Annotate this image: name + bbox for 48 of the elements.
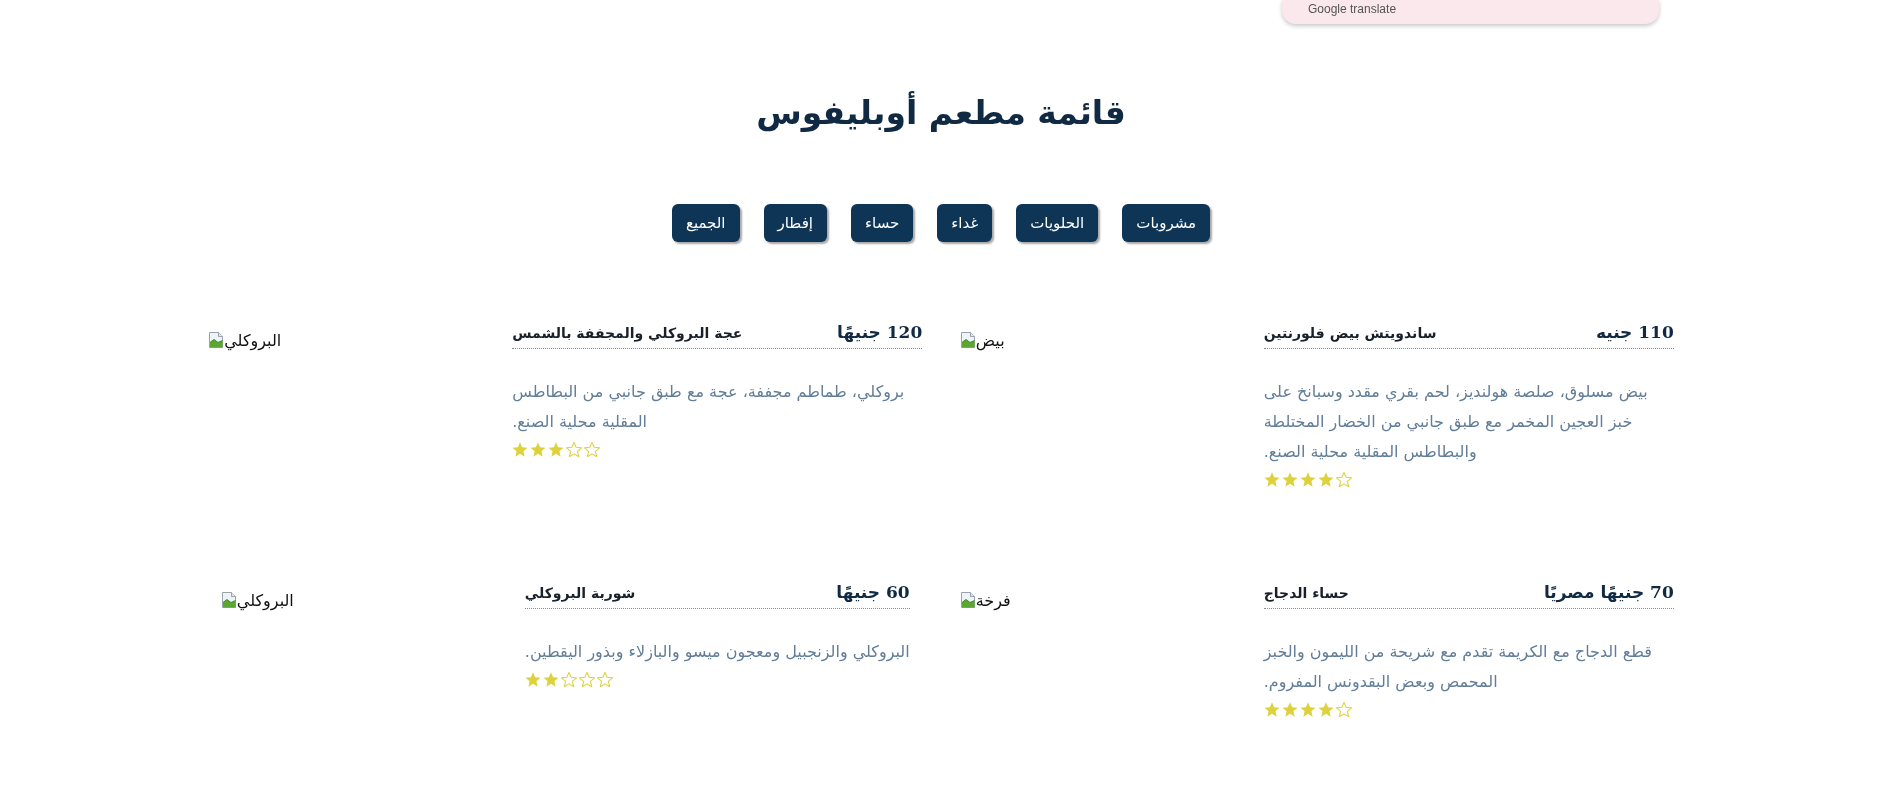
filter-button[interactable]: إفطار [763, 204, 827, 242]
broken-image-icon [220, 592, 237, 608]
star-icon [512, 442, 529, 457]
filter-button[interactable]: مشروبات [1122, 204, 1211, 242]
dish-price: 60 جنيهًا [836, 582, 910, 602]
star-outline-icon [578, 672, 595, 687]
menu-title: قائمة مطعم أوبليفوس [756, 90, 1126, 134]
star-icon [542, 672, 559, 687]
filter-button[interactable]: الحلويات [1016, 204, 1099, 242]
star-icon [1263, 472, 1280, 487]
dish-description: قطع الدجاج مع الكريمة تقدم مع شريحة من الليمون والخبز المحمص وبعض البقدونس المفروم. [1263, 641, 1653, 694]
dish-price: 70 جنيهًا مصريًا [1543, 582, 1674, 602]
star-outline-icon [560, 672, 577, 687]
dish-name: شوربة البروكلي [524, 585, 636, 601]
star-icon [524, 672, 541, 687]
star-outline-icon [584, 442, 601, 457]
filter-button[interactable]: غداء [937, 204, 993, 242]
popup-text: Google translate [1308, 2, 1397, 16]
dish-name: ساندويتش بيض فلورنتين [1263, 325, 1437, 341]
star-outline-icon [1335, 702, 1352, 717]
star-icon [1317, 472, 1334, 487]
dish-price: 120 جنيهًا [837, 322, 923, 342]
star-icon [1281, 702, 1298, 717]
dish-name: حساء الدجاج [1263, 585, 1349, 601]
image-alt-text: البروكلي [224, 332, 282, 350]
broken-image-icon [208, 332, 225, 348]
image-alt-text: البروكلي [236, 592, 294, 610]
star-outline-icon [566, 442, 583, 457]
star-icon [1317, 702, 1334, 717]
star-icon [1299, 702, 1316, 717]
star-icon [530, 442, 547, 457]
star-icon [1299, 472, 1316, 487]
filter-button[interactable]: حساء [851, 204, 914, 242]
dish-description: البروكلي والزنجبيل ومعجون ميسو والبازلاء وبذور اليقطين. [524, 641, 910, 664]
star-icon [1281, 472, 1298, 487]
star-outline-icon [596, 672, 613, 687]
dish-description: بيض مسلوق، صلصة هولنديز، لحم بقري مقدد وسبانخ على خبز العجين المخمر مع طبق جانبي من الخضار المختلطة والبطاطس المقلية محلية الصنع. [1263, 381, 1649, 464]
broken-image-icon [959, 332, 976, 348]
broken-image-icon [959, 592, 976, 608]
dish-price: 110 جنيه [1595, 322, 1674, 342]
dish-description: بروكلي، طماطم مجففة، عجة مع طبق جانبي من البطاطس المقلية محلية الصنع. [512, 381, 906, 434]
dish-name: عجة البروكلي والمجففة بالشمس [512, 325, 743, 341]
star-icon [548, 442, 565, 457]
filter-button[interactable]: الجميع [671, 204, 740, 242]
star-outline-icon [1335, 472, 1352, 487]
star-icon [1263, 702, 1280, 717]
image-alt-text: بيض [975, 332, 1005, 350]
image-alt-text: فرخة [975, 592, 1011, 610]
